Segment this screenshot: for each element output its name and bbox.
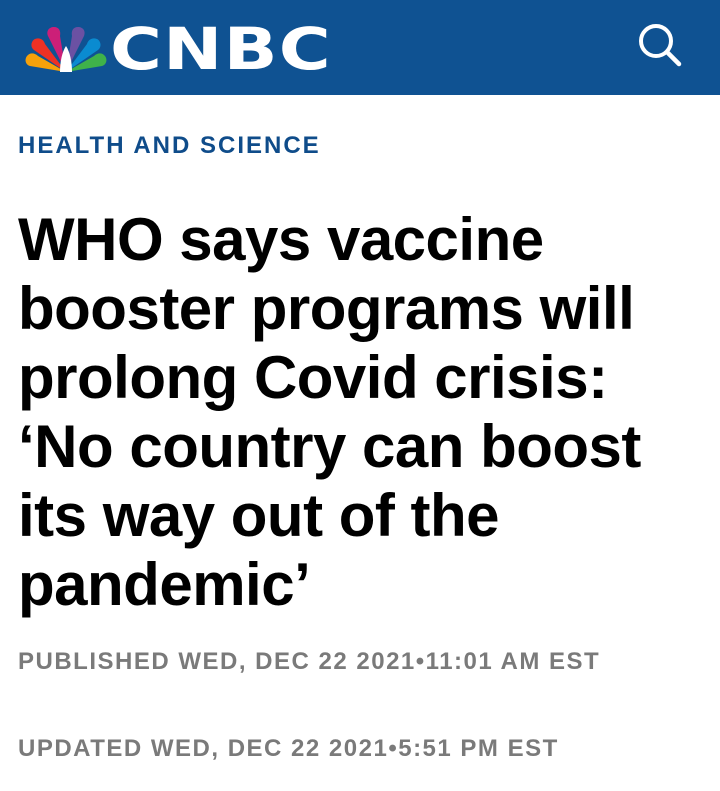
search-icon <box>639 24 682 67</box>
cnbc-logo[interactable]: CNBC <box>24 20 331 78</box>
search-button[interactable] <box>632 18 688 74</box>
updated-timestamp: UPDATED WED, DEC 22 2021•5:51 PM EST <box>18 735 559 762</box>
section-label[interactable]: HEALTH AND SCIENCE <box>18 130 708 162</box>
top-header: CNBC <box>0 0 720 95</box>
published-timestamp: PUBLISHED WED, DEC 22 2021•11:01 AM EST <box>18 648 601 675</box>
logo-wordmark: CNBC <box>110 15 332 83</box>
peacock-icon <box>25 27 107 72</box>
article-content: HEALTH AND SCIENCE WHO says vaccine boos… <box>18 130 708 619</box>
article-headline: WHO says vaccine booster programs will p… <box>18 206 641 618</box>
